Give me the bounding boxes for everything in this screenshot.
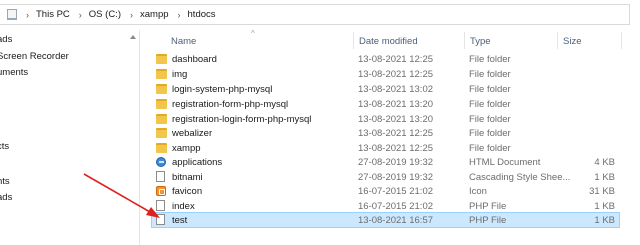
pc-icon bbox=[7, 9, 17, 20]
breadcrumb-htdocs[interactable]: htdocs bbox=[188, 9, 216, 20]
file-name: dashboard bbox=[172, 54, 217, 65]
file-size: 1 KB bbox=[594, 215, 615, 226]
file-name: bitnami bbox=[172, 172, 203, 183]
file-date: 13-08-2021 12:25 bbox=[358, 128, 434, 139]
file-name: xampp bbox=[172, 143, 201, 154]
file-type: File folder bbox=[469, 69, 511, 80]
file-type: File folder bbox=[469, 128, 511, 139]
file-name: applications bbox=[172, 157, 223, 168]
column-header-type[interactable]: Type bbox=[470, 36, 491, 47]
file-date: 13-08-2021 13:02 bbox=[358, 84, 434, 95]
file-type: PHP File bbox=[469, 201, 507, 212]
file-row[interactable]: registration-form-php-mysql 13-08-2021 1… bbox=[152, 97, 619, 111]
document-icon bbox=[156, 200, 165, 211]
file-row[interactable]: img 13-08-2021 12:25 File folder bbox=[152, 67, 619, 81]
column-header-date-modified[interactable]: Date modified bbox=[359, 36, 418, 47]
file-date: 16-07-2015 21:02 bbox=[358, 201, 434, 212]
file-name: login-system-php-mysql bbox=[172, 84, 273, 95]
file-row[interactable]: registration-login-form-php-mysql 13-08-… bbox=[152, 112, 619, 126]
file-row[interactable]: dashboard 13-08-2021 12:25 File folder bbox=[152, 52, 619, 66]
column-header-size[interactable]: Size bbox=[563, 36, 581, 47]
chevron-right-icon[interactable]: › bbox=[79, 10, 82, 20]
file-date: 13-08-2021 12:25 bbox=[358, 69, 434, 80]
file-name: favicon bbox=[172, 186, 203, 197]
file-type: File folder bbox=[469, 143, 511, 154]
chevron-right-icon[interactable]: › bbox=[26, 10, 29, 20]
column-divider[interactable] bbox=[464, 32, 465, 49]
file-date: 27-08-2019 19:32 bbox=[358, 157, 434, 168]
chevron-right-icon[interactable]: › bbox=[130, 10, 133, 20]
column-headers: ^ Name Date modified Type Size bbox=[141, 29, 640, 49]
file-date: 13-08-2021 16:57 bbox=[358, 215, 434, 226]
html-document-icon bbox=[156, 157, 166, 167]
document-icon bbox=[156, 171, 165, 182]
file-row[interactable]: index 16-07-2015 21:02 PHP File 1 KB bbox=[152, 199, 619, 213]
file-type: Cascading Style Shee... bbox=[469, 172, 571, 183]
file-row[interactable]: xampp 13-08-2021 12:25 File folder bbox=[152, 141, 619, 155]
folder-icon bbox=[156, 84, 167, 94]
column-header-name[interactable]: Name bbox=[171, 36, 196, 47]
file-row-selected[interactable]: test 13-08-2021 16:57 PHP File 1 KB bbox=[151, 212, 620, 228]
folder-icon bbox=[156, 128, 167, 138]
file-name: webalizer bbox=[172, 128, 213, 139]
file-row[interactable]: login-system-php-mysql 13-08-2021 13:02 … bbox=[152, 82, 619, 96]
document-icon bbox=[156, 214, 165, 225]
file-type: File folder bbox=[469, 84, 511, 95]
file-type: File folder bbox=[469, 54, 511, 65]
nav-item-downloads[interactable]: ads bbox=[0, 34, 12, 45]
icon-file-icon bbox=[156, 186, 166, 196]
file-row[interactable]: webalizer 13-08-2021 12:25 File folder bbox=[152, 126, 619, 140]
chevron-right-icon[interactable]: › bbox=[178, 10, 181, 20]
file-name: registration-login-form-php-mysql bbox=[172, 114, 312, 125]
file-size: 31 KB bbox=[589, 186, 615, 197]
file-row[interactable]: applications 27-08-2019 19:32 HTML Docum… bbox=[152, 155, 619, 169]
scroll-up-icon[interactable] bbox=[129, 33, 138, 41]
file-row[interactable]: favicon 16-07-2015 21:02 Icon 31 KB bbox=[152, 184, 619, 198]
file-date: 16-07-2015 21:02 bbox=[358, 186, 434, 197]
file-size: 4 KB bbox=[594, 157, 615, 168]
file-date: 13-08-2021 12:25 bbox=[358, 143, 434, 154]
file-type: File folder bbox=[469, 99, 511, 110]
nav-item-downloads-2[interactable]: ads bbox=[0, 192, 12, 203]
file-name: registration-form-php-mysql bbox=[172, 99, 289, 110]
file-name: test bbox=[172, 215, 188, 226]
nav-item-screen-recorder[interactable]: Screen Recorder bbox=[0, 51, 69, 62]
breadcrumb-xampp[interactable]: xampp bbox=[140, 9, 169, 20]
nav-item-documents-2[interactable]: nts bbox=[0, 176, 10, 187]
address-bar: › This PC › OS (C:) › xampp › htdocs bbox=[0, 0, 640, 30]
breadcrumb-os-c[interactable]: OS (C:) bbox=[89, 9, 121, 20]
breadcrumb-this-pc[interactable]: This PC bbox=[36, 9, 70, 20]
nav-item-objects[interactable]: cts bbox=[0, 141, 9, 152]
file-date: 27-08-2019 19:32 bbox=[358, 172, 434, 183]
column-divider[interactable] bbox=[621, 32, 622, 49]
file-date: 13-08-2021 13:20 bbox=[358, 99, 434, 110]
folder-icon bbox=[156, 99, 167, 109]
folder-icon bbox=[156, 69, 167, 79]
file-type: HTML Document bbox=[469, 157, 541, 168]
file-date: 13-08-2021 13:20 bbox=[358, 114, 434, 125]
file-size: 1 KB bbox=[594, 172, 615, 183]
file-type: PHP File bbox=[469, 215, 507, 226]
file-name: index bbox=[172, 201, 195, 212]
nav-item-documents[interactable]: uments bbox=[0, 67, 28, 78]
column-divider[interactable] bbox=[353, 32, 354, 49]
file-size: 1 KB bbox=[594, 201, 615, 212]
file-date: 13-08-2021 12:25 bbox=[358, 54, 434, 65]
folder-icon bbox=[156, 143, 167, 153]
sort-ascending-icon: ^ bbox=[251, 29, 255, 38]
folder-icon bbox=[156, 114, 167, 124]
address-breadcrumb[interactable]: › This PC › OS (C:) › xampp › htdocs bbox=[0, 4, 630, 25]
file-row[interactable]: bitnami 27-08-2019 19:32 Cascading Style… bbox=[152, 170, 619, 184]
navigation-pane: ads Screen Recorder uments cts nts ads bbox=[0, 30, 140, 245]
file-type: Icon bbox=[469, 186, 487, 197]
column-divider[interactable] bbox=[557, 32, 558, 49]
file-name: img bbox=[172, 69, 188, 80]
folder-icon bbox=[156, 54, 167, 64]
file-type: File folder bbox=[469, 114, 511, 125]
